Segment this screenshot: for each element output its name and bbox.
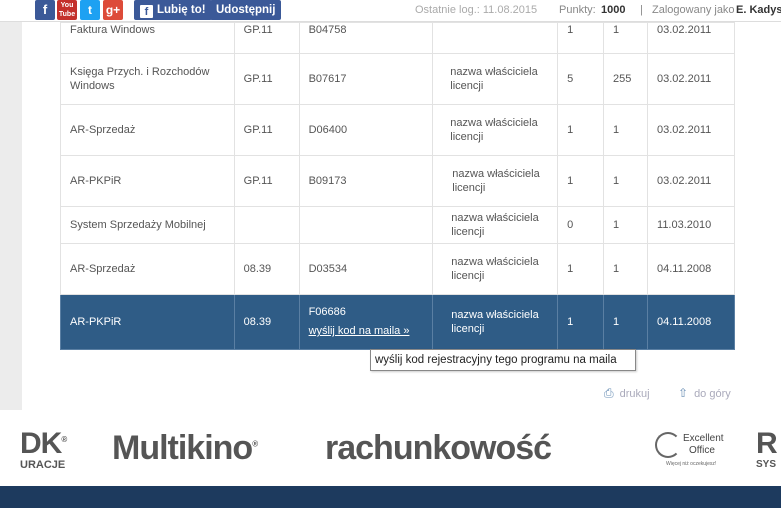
- serial-code: D06400: [298, 104, 434, 156]
- date: 03.02.2011: [647, 53, 735, 105]
- arrow-up-icon: ⇧: [678, 386, 689, 400]
- count-b: 1: [603, 294, 649, 350]
- program-name: Faktura Windows: [60, 22, 235, 54]
- version: GP.11: [233, 104, 300, 156]
- serial-code: B04758: [298, 22, 434, 54]
- last-login: Ostatnie log.: 11.08.2015: [415, 4, 538, 16]
- count-b: 1: [603, 22, 649, 54]
- count-b: 1: [603, 104, 649, 156]
- partner-logos: DK® URACJE Multikino® rachunkowość Excel…: [0, 410, 781, 486]
- google-plus-icon[interactable]: g+: [103, 0, 123, 20]
- version: GP.11: [233, 155, 300, 207]
- program-name: AR-Sprzedaż: [60, 104, 235, 156]
- license-owner: nazwa właściciela licencji: [432, 294, 559, 350]
- count-a: 1: [557, 155, 605, 207]
- license-owner: nazwa właściciela licencji: [432, 155, 559, 207]
- table-row: AR-Sprzedaż 08.39 D03534 nazwa właścicie…: [60, 243, 735, 295]
- licenses-table: Faktura Windows GP.11 B04758 1 1 03.02.2…: [60, 22, 735, 350]
- partner-logo-1-sub: URACJE: [20, 459, 66, 471]
- program-name: AR-PKPiR: [60, 294, 235, 350]
- table-row: Faktura Windows GP.11 B04758 1 1 03.02.2…: [60, 22, 735, 54]
- date: 04.11.2008: [647, 294, 735, 350]
- user-name[interactable]: E. Kadys: [736, 4, 781, 16]
- version: 08.39: [233, 294, 300, 350]
- version: 08.39: [233, 243, 300, 295]
- footer-band: [0, 486, 781, 508]
- multikino-logo[interactable]: Multikino®: [112, 429, 258, 468]
- back-to-top-link[interactable]: ⇧ do góry: [678, 386, 731, 400]
- table-row: AR-PKPiR GP.11 B09173 nazwa właściciela …: [60, 155, 735, 207]
- youtube-icon[interactable]: You Tube: [57, 0, 77, 20]
- excellent-office-icon: [655, 432, 681, 458]
- partner-logo-1[interactable]: DK®: [20, 427, 67, 461]
- license-owner: nazwa właściciela licencji: [432, 53, 559, 105]
- count-a: 1: [557, 104, 605, 156]
- date: 03.02.2011: [647, 22, 735, 54]
- version: [233, 206, 300, 244]
- serial-code: B09173: [298, 155, 434, 207]
- points-value: 1000: [601, 4, 626, 16]
- serial-code: B07617: [298, 53, 434, 105]
- count-b: 1: [603, 243, 649, 295]
- like-button[interactable]: f Lubię to!: [134, 0, 212, 20]
- program-name: System Sprzedaży Mobilnej: [60, 206, 235, 244]
- licenses-panel: Faktura Windows GP.11 B04758 1 1 03.02.2…: [22, 22, 781, 410]
- license-owner: nazwa właściciela licencji: [432, 243, 559, 295]
- date: 03.02.2011: [647, 155, 735, 207]
- table-row-selected[interactable]: AR-PKPiR 08.39 F06686 wyślij kod na mail…: [60, 294, 735, 350]
- serial-code-cell: F06686 wyślij kod na maila »: [298, 294, 434, 350]
- count-b: 1: [603, 155, 649, 207]
- count-a: 1: [557, 243, 605, 295]
- date: 03.02.2011: [647, 104, 735, 156]
- count-a: 5: [557, 53, 605, 105]
- send-code-link[interactable]: wyślij kod na maila »: [309, 325, 410, 337]
- serial-code: F06686: [308, 306, 346, 318]
- license-owner: [432, 22, 559, 54]
- version: GP.11: [233, 53, 300, 105]
- program-name: Księga Przych. i Rozchodów Windows: [60, 53, 235, 105]
- partner-logo-last[interactable]: R: [756, 427, 778, 461]
- table-row: AR-Sprzedaż GP.11 D06400 nazwa właścicie…: [60, 104, 735, 156]
- facebook-icon[interactable]: f: [35, 0, 55, 20]
- partner-logo-last-sub: SYS: [756, 459, 777, 470]
- count-b: 255: [603, 53, 649, 105]
- print-link[interactable]: ⎙ drukuj: [604, 386, 650, 401]
- license-owner: nazwa właściciela licencji: [432, 104, 559, 156]
- date: 04.11.2008: [647, 243, 735, 295]
- twitter-icon[interactable]: t: [80, 0, 100, 20]
- printer-icon: ⎙: [604, 386, 614, 400]
- count-a: 0: [557, 206, 605, 244]
- top-bar: f You Tube t g+ f Lubię to! Udostępnij Ost…: [0, 0, 781, 22]
- points-label: Punkty:: [559, 4, 596, 16]
- excellent-office-tagline: Więcej niż oczekujesz!: [666, 461, 717, 467]
- table-row: System Sprzedaży Mobilnej nazwa właścici…: [60, 206, 735, 244]
- serial-code: [298, 206, 434, 244]
- logged-as-label: Zalogowany jako: [652, 4, 735, 16]
- separator: |: [640, 4, 643, 16]
- excellent-office-logo[interactable]: Excellent Office: [683, 433, 724, 457]
- share-button[interactable]: Udostępnij: [210, 0, 282, 20]
- version: GP.11: [233, 22, 300, 54]
- count-b: 1: [603, 206, 649, 244]
- count-a: 1: [557, 22, 605, 54]
- date: 11.03.2010: [647, 206, 735, 244]
- send-code-tooltip: wyślij kod rejestracyjny tego programu n…: [370, 349, 636, 371]
- count-a: 1: [557, 294, 605, 350]
- rachunkowosc-logo[interactable]: rachunkowość: [325, 429, 552, 468]
- program-name: AR-PKPiR: [60, 155, 235, 207]
- serial-code: D03534: [298, 243, 434, 295]
- table-row: Księga Przych. i Rozchodów Windows GP.11…: [60, 53, 735, 105]
- license-owner: nazwa właściciela licencji: [432, 206, 559, 244]
- facebook-icon: f: [140, 5, 153, 18]
- program-name: AR-Sprzedaż: [60, 243, 235, 295]
